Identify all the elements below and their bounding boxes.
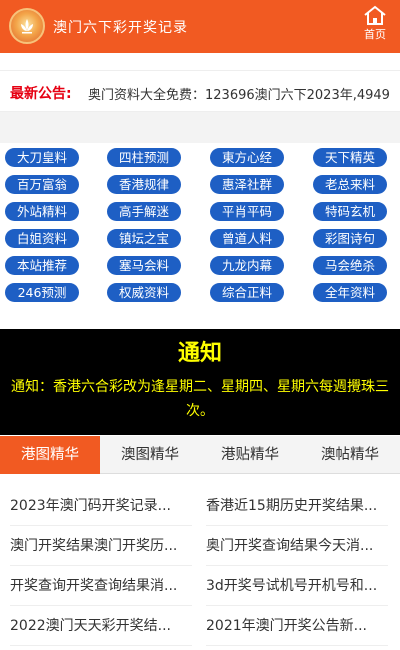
article-link[interactable]: 奥门开奖查询结果今天消... <box>206 526 388 566</box>
quick-link-pill[interactable]: 曾道人料 <box>210 229 284 248</box>
quick-link-pill[interactable]: 白姐资料 <box>5 229 79 248</box>
article-link[interactable]: 3d开奖号试机号开机号和... <box>206 566 388 606</box>
quick-link-pill[interactable]: 全年资料 <box>313 283 387 302</box>
home-icon <box>364 5 386 25</box>
quick-link-pill[interactable]: 马会绝杀 <box>313 256 387 275</box>
quick-link-pill[interactable]: 彩图诗句 <box>313 229 387 248</box>
quick-link-pill[interactable]: 246预测 <box>5 283 79 302</box>
quick-links-grid: 大刀皇料 四柱预测 東方心经 天下精英百万富翁 香港规律 惠泽社群 老总来料外站精料 高手解迷… <box>0 143 400 329</box>
quick-link-pill[interactable]: 大刀皇料 <box>5 148 79 167</box>
notice-marquee-text[interactable]: 奥门资料大全免费：123696澳门六下2023年,4949 <box>88 84 390 103</box>
tab-0[interactable]: 港图精华 <box>0 436 100 474</box>
category-tabs: 港图精华 澳图精华 港贴精华 澳帖精华 <box>0 436 400 474</box>
tab-3[interactable]: 澳帖精华 <box>300 436 400 474</box>
quick-link-pill[interactable]: 权威资料 <box>107 283 181 302</box>
quick-link-pill[interactable]: 综合正料 <box>210 283 284 302</box>
quick-link-pill[interactable]: 惠泽社群 <box>210 175 284 194</box>
home-button[interactable]: 首页 <box>360 5 390 42</box>
article-link[interactable]: 2021年澳门开奖公告新... <box>206 606 388 646</box>
notice-label: 最新公告: <box>10 86 72 102</box>
notice-bar: 最新公告: 奥门资料大全免费：123696澳门六下2023年,4949 <box>0 70 400 112</box>
quick-link-pill[interactable]: 天下精英 <box>313 148 387 167</box>
quick-link-pill[interactable]: 镇坛之宝 <box>107 229 181 248</box>
announcement-text: 通知：香港六合彩改为逢星期二、星期四、星期六每週攪珠三次。 <box>11 379 389 419</box>
article-link[interactable]: 2022澳门天天彩开奖结... <box>10 606 192 646</box>
page-title: 澳门六下彩开奖记录 <box>53 20 188 36</box>
quick-link-pill[interactable]: 平肖平码 <box>210 202 284 221</box>
quick-link-pill[interactable]: 塞马会料 <box>107 256 181 275</box>
quick-link-pill[interactable]: 本站推荐 <box>5 256 79 275</box>
quick-link-pill[interactable]: 四柱预测 <box>107 148 181 167</box>
quick-link-pill[interactable]: 香港规律 <box>107 175 181 194</box>
home-label: 首页 <box>364 28 386 41</box>
tab-2[interactable]: 港贴精华 <box>200 436 300 474</box>
announcement-panel: 通知 通知：香港六合彩改为逢星期二、星期四、星期六每週攪珠三次。 <box>0 329 400 435</box>
quick-link-pill[interactable]: 高手解迷 <box>107 202 181 221</box>
lotus-emblem-icon <box>21 19 33 34</box>
logo[interactable] <box>9 8 45 44</box>
quick-link-pill[interactable]: 百万富翁 <box>5 175 79 194</box>
article-link[interactable]: 香港近15期历史开奖结果... <box>206 486 388 526</box>
app-header: 澳门六下彩开奖记录 首页 <box>0 0 400 53</box>
quick-link-pill[interactable]: 九龙内幕 <box>210 256 284 275</box>
quick-link-pill[interactable]: 東方心经 <box>210 148 284 167</box>
article-link[interactable]: 开奖查询开奖查询结果消... <box>10 566 192 606</box>
quick-link-pill[interactable]: 老总来料 <box>313 175 387 194</box>
quick-link-pill[interactable]: 特码玄机 <box>313 202 387 221</box>
section-divider <box>0 112 400 143</box>
article-link[interactable]: 澳门开奖结果澳门开奖历... <box>10 526 192 566</box>
tab-1[interactable]: 澳图精华 <box>100 436 200 474</box>
article-link[interactable]: 2023年澳门码开奖记录... <box>10 486 192 526</box>
quick-link-pill[interactable]: 外站精料 <box>5 202 79 221</box>
announcement-title: 通知 <box>177 341 222 366</box>
